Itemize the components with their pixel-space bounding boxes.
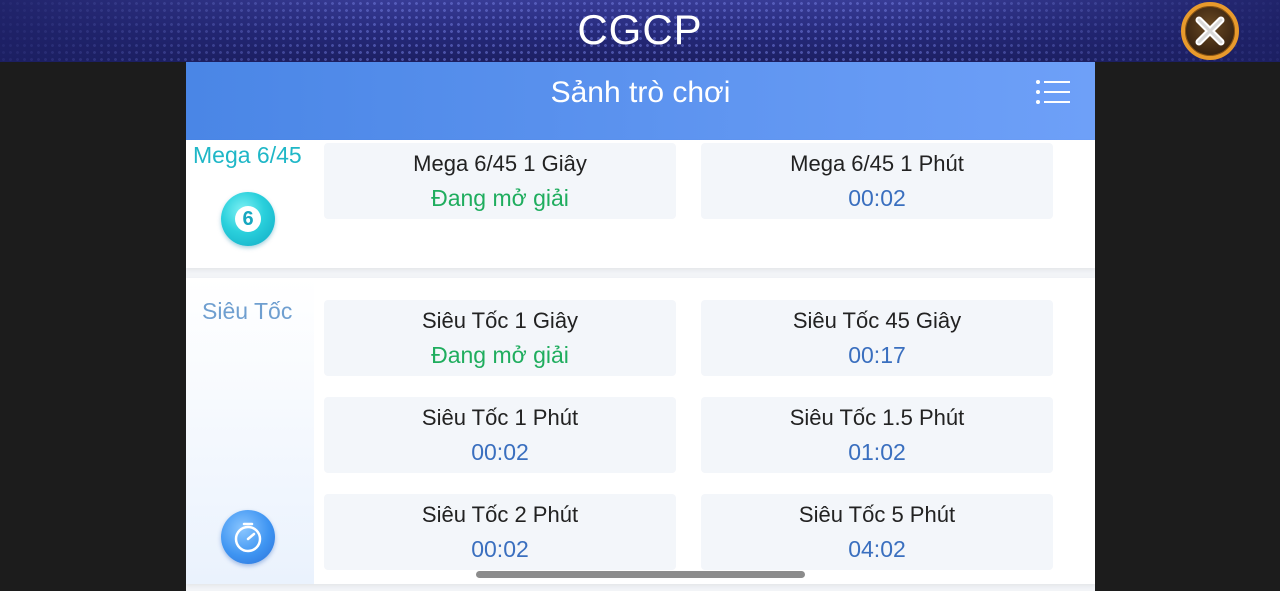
game-name: Siêu Tốc 5 Phút xyxy=(798,502,956,527)
number-ball-icon: 6 xyxy=(221,192,275,246)
panel-title: Sảnh trò chơi xyxy=(550,76,731,109)
close-button[interactable] xyxy=(1181,2,1239,60)
game-name: Siêu Tốc 1 Phút xyxy=(421,405,579,430)
game-card[interactable]: Siêu Tốc 45 Giây 00:17 xyxy=(701,300,1053,376)
game-timer: 00:02 xyxy=(848,185,906,211)
game-name: Mega 6/45 1 Phút xyxy=(790,151,964,176)
game-timer: 00:02 xyxy=(471,439,529,465)
game-card[interactable]: Mega 6/45 1 Phút 00:02 xyxy=(701,143,1053,219)
game-name: Siêu Tốc 2 Phút xyxy=(421,502,579,527)
menu-icon xyxy=(1036,80,1070,104)
category-section-mega: Mega 6/45 6 Mega 6/45 1 Giây Đang mở giả… xyxy=(186,140,1095,268)
close-icon xyxy=(1195,16,1225,46)
game-timer: 00:02 xyxy=(471,536,529,562)
game-name: Siêu Tốc 45 Giây xyxy=(792,308,962,333)
game-card[interactable]: Siêu Tốc 1.5 Phút 01:02 xyxy=(701,397,1053,473)
game-timer: 01:02 xyxy=(848,439,906,465)
game-status: Đang mở giải xyxy=(431,342,569,368)
game-card[interactable]: Siêu Tốc 5 Phút 04:02 xyxy=(701,494,1053,570)
number-ball-value: 6 xyxy=(235,206,261,232)
app-title: CGCP xyxy=(577,6,703,53)
game-name: Siêu Tốc 1 Giây xyxy=(421,308,579,333)
game-name: Mega 6/45 1 Giây xyxy=(413,151,587,176)
game-card[interactable]: Siêu Tốc 1 Giây Đang mở giải xyxy=(324,300,676,376)
category-label: Mega 6/45 xyxy=(193,142,302,168)
stopwatch-icon xyxy=(234,522,262,553)
game-status: Đang mở giải xyxy=(431,185,569,211)
home-indicator[interactable] xyxy=(476,571,805,578)
game-card[interactable]: Siêu Tốc 2 Phút 00:02 xyxy=(324,494,676,570)
game-name: Siêu Tốc 1.5 Phút xyxy=(789,405,965,430)
category-label: Siêu Tốc xyxy=(202,298,293,324)
game-card[interactable]: Mega 6/45 1 Giây Đang mở giải xyxy=(324,143,676,219)
game-timer: 00:17 xyxy=(848,342,906,368)
menu-button[interactable] xyxy=(1035,78,1071,106)
game-timer: 04:02 xyxy=(848,536,906,562)
category-section-sieu-toc: Siêu Tốc Siêu Tốc 1 Giây Đang mở giải Si… xyxy=(186,278,1095,584)
panel-header: Sảnh trò chơi xyxy=(186,62,1095,140)
top-bar: CGCP xyxy=(0,0,1280,62)
game-lobby-panel: Sảnh trò chơi Mega 6/45 6 Mega 6/45 1 Gi… xyxy=(186,62,1095,591)
game-card[interactable]: Siêu Tốc 1 Phút 00:02 xyxy=(324,397,676,473)
stopwatch-icon-badge xyxy=(221,510,275,564)
